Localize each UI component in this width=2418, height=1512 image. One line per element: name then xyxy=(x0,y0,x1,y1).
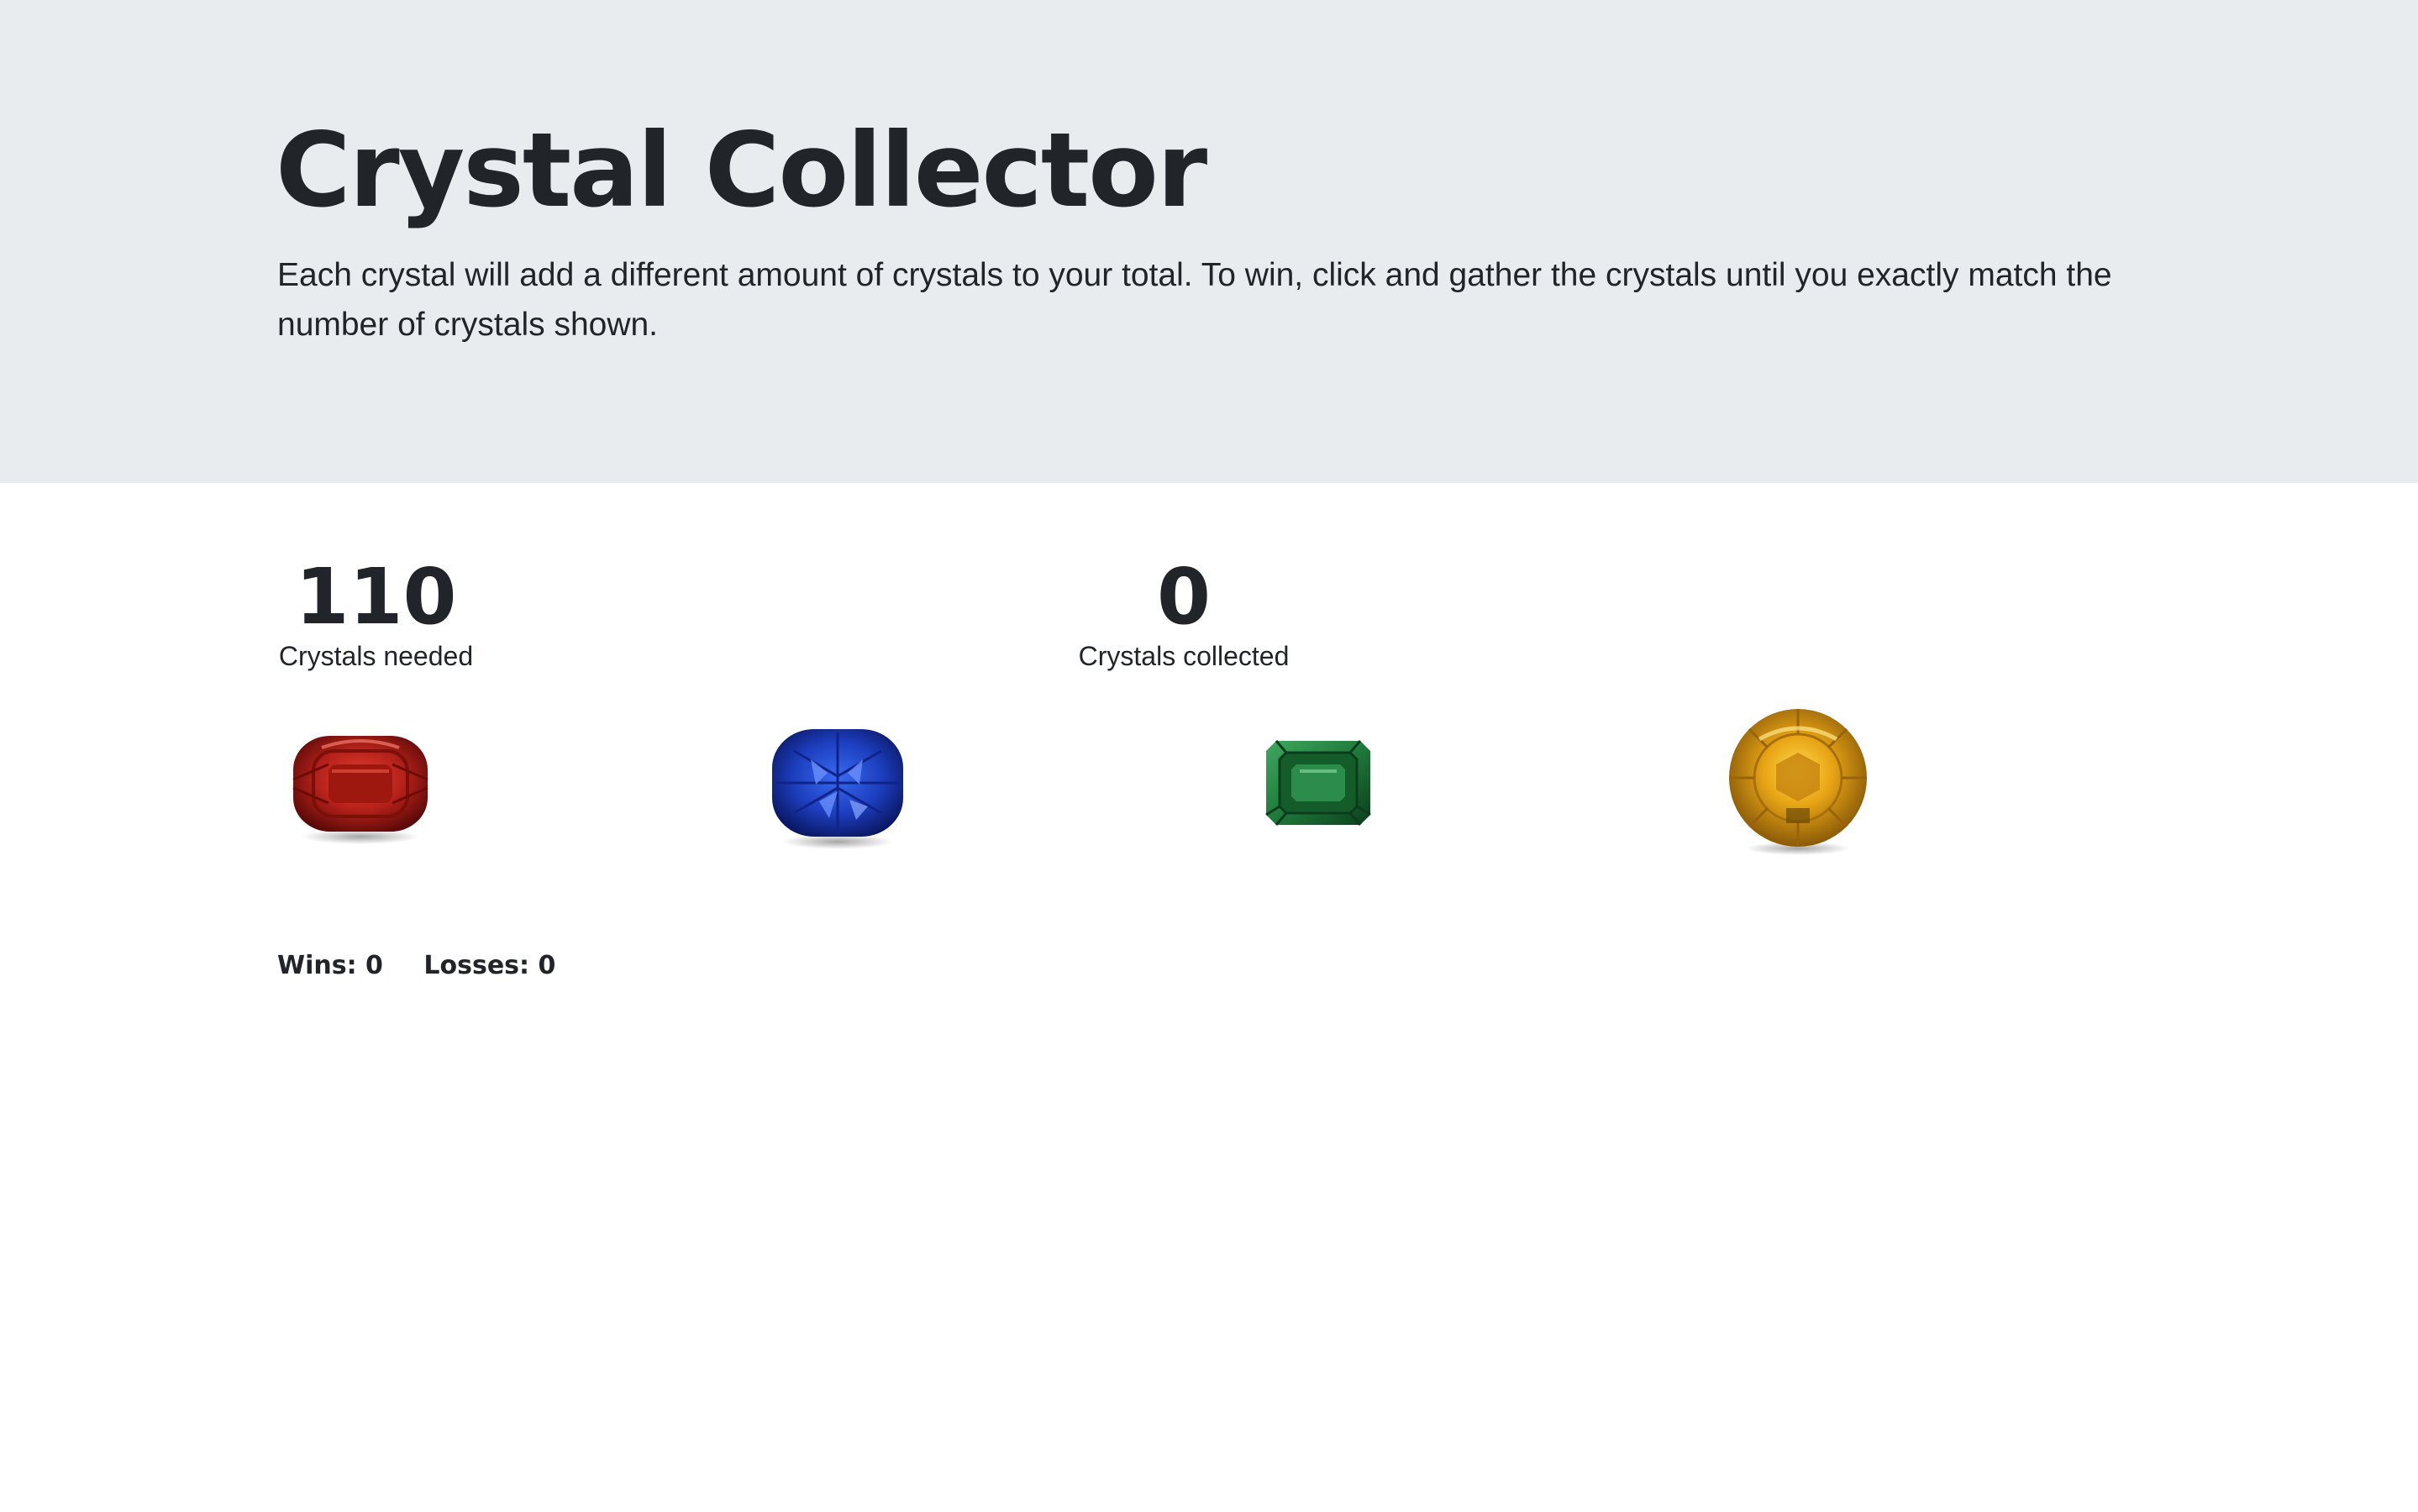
crystals-needed-label: Crystals needed xyxy=(278,641,474,671)
crystals-collected-panel: 0 Crystals collected xyxy=(1075,550,1292,673)
crystals-needed-value: 110 xyxy=(295,552,457,642)
score-panel: Wins: 0 Losses: 0 xyxy=(277,949,555,983)
wins-counter: Wins: 0 xyxy=(277,949,383,983)
red-crystal-icon xyxy=(292,736,428,844)
green-crystal-icon xyxy=(1265,740,1371,826)
losses-counter: Losses: 0 xyxy=(423,949,555,983)
red-crystal-button[interactable] xyxy=(288,729,433,847)
green-crystal-button[interactable] xyxy=(1263,738,1374,828)
crystals-collected-value: 0 xyxy=(1156,552,1211,642)
wins-value: 0 xyxy=(365,951,383,980)
blue-crystal-button[interactable] xyxy=(769,726,907,852)
wins-label: Wins: xyxy=(277,951,357,980)
page-title: Crystal Collector xyxy=(276,111,1207,230)
yellow-crystal-button[interactable] xyxy=(1726,706,1870,857)
crystals-collected-label: Crystals collected xyxy=(1078,641,1290,671)
losses-value: 0 xyxy=(538,951,556,980)
losses-label: Losses: xyxy=(423,951,530,980)
yellow-crystal-icon xyxy=(1729,709,1867,855)
jumbotron-header: Crystal Collector Each crystal will add … xyxy=(0,0,2418,483)
instructions-text: Each crystal will add a different amount… xyxy=(277,257,2112,343)
crystals-needed-panel: 110 Crystals needed xyxy=(277,550,475,673)
blue-crystal-icon xyxy=(772,729,903,849)
